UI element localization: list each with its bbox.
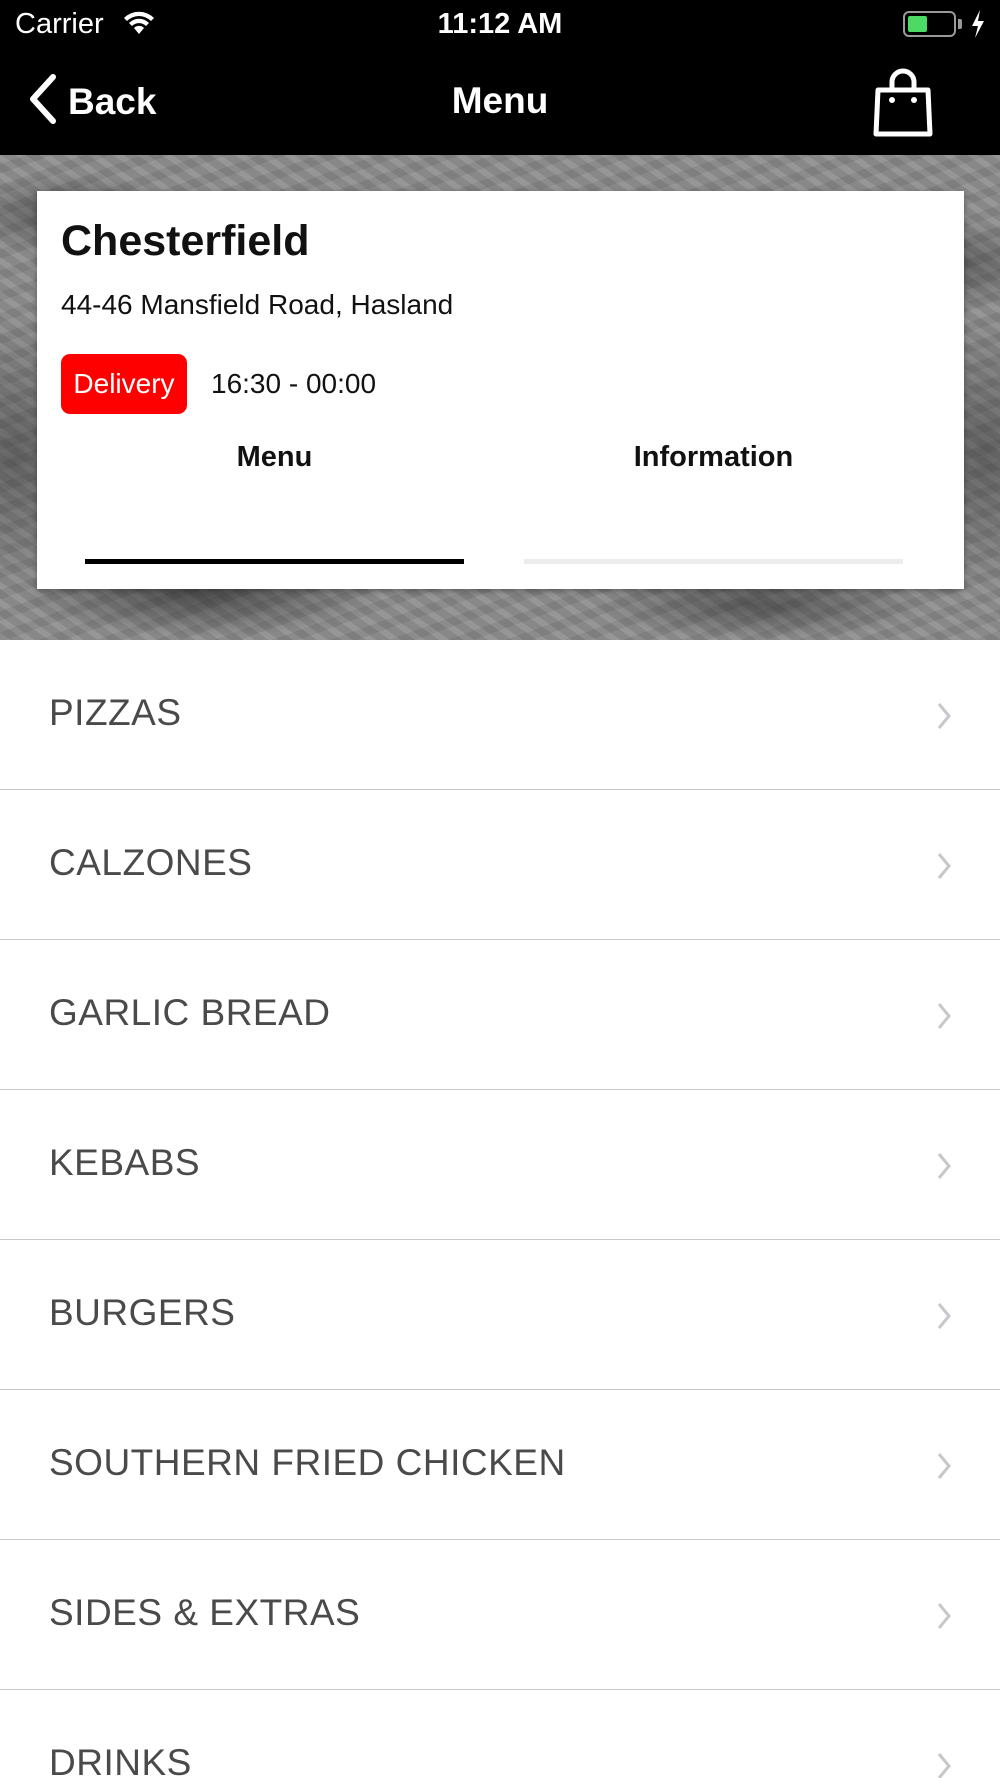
battery-icon [903,11,956,37]
charging-bolt-icon [970,10,986,43]
battery-nub [958,19,962,29]
list-item-kebabs[interactable]: KEBABS [0,1090,1000,1240]
chevron-right-icon [936,701,952,736]
chevron-right-icon [936,1601,952,1636]
list-item-label: PIZZAS [49,692,182,733]
status-bar: Carrier 11:12 AM [0,0,1000,50]
list-item-label: DRINKS [49,1742,192,1778]
tab-information-indicator [524,559,903,564]
list-item-sides-extras[interactable]: SIDES & EXTRAS [0,1540,1000,1690]
battery-level [908,16,927,32]
store-info-card: Chesterfield 44-46 Mansfield Road, Hasla… [37,191,964,589]
tab-menu-indicator [85,559,464,564]
list-item-label: SIDES & EXTRAS [49,1592,361,1633]
back-button[interactable]: Back [28,74,156,129]
tab-information[interactable]: Information [524,441,903,501]
list-item-southern-fried-chicken[interactable]: SOUTHERN FRIED CHICKEN [0,1390,1000,1540]
list-item-garlic-bread[interactable]: GARLIC BREAD [0,940,1000,1090]
menu-category-list: PIZZAS CALZONES GARLIC BREAD KEBABS BURG… [0,640,1000,1778]
opening-hours: 16:30 - 00:00 [211,368,377,399]
tab-menu[interactable]: Menu [85,441,464,501]
list-item-label: SOUTHERN FRIED CHICKEN [49,1442,566,1483]
chevron-left-icon [28,74,58,129]
chevron-right-icon [936,1451,952,1486]
list-item-label: KEBABS [49,1142,201,1183]
list-item-label: CALZONES [49,842,253,883]
list-item-label: GARLIC BREAD [49,992,331,1033]
chevron-right-icon [936,1151,952,1186]
status-time: 11:12 AM [437,8,563,40]
delivery-badge: Delivery [61,354,187,414]
chevron-right-icon [936,1301,952,1336]
list-item-pizzas[interactable]: PIZZAS [0,640,1000,790]
store-name: Chesterfield [61,217,310,265]
navigation-bar: Back Menu [0,50,1000,155]
list-item-drinks[interactable]: DRINKS [0,1690,1000,1778]
chevron-right-icon [936,1751,952,1778]
back-label: Back [68,80,157,122]
list-item-burgers[interactable]: BURGERS [0,1240,1000,1390]
store-address: 44-46 Mansfield Road, Hasland [61,289,454,320]
list-item-calzones[interactable]: CALZONES [0,790,1000,940]
chevron-right-icon [936,1001,952,1036]
cart-button[interactable] [872,66,934,143]
shopping-bag-icon [872,68,934,142]
list-item-label: BURGERS [49,1292,236,1333]
chevron-right-icon [936,851,952,886]
